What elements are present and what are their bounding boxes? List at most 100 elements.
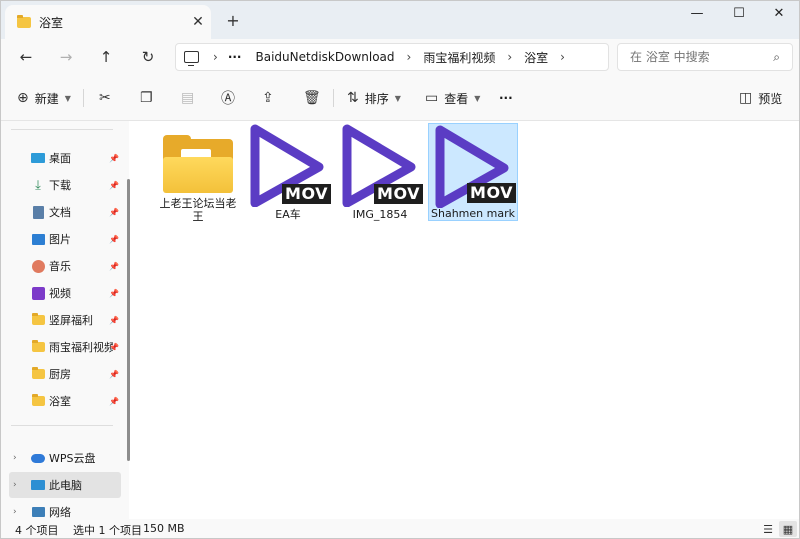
chevron-right-icon[interactable]: ›	[13, 453, 17, 463]
pin-icon: 📌	[109, 180, 119, 190]
tab-title: 浴室	[39, 15, 64, 30]
preview-pane-icon: ◫	[739, 90, 753, 106]
preview-label: 预览	[758, 91, 783, 106]
file-list-view: 上老王论坛当老王 MOV EA车 MOV IMG_1854 MOV Shahme…	[135, 121, 799, 519]
back-button[interactable]: ←	[13, 45, 39, 69]
computer-icon	[31, 479, 45, 491]
details-view-icon[interactable]: ☰	[759, 521, 777, 537]
breadcrumb-item[interactable]: 浴室	[524, 49, 548, 66]
video-play-icon: MOV	[430, 124, 516, 208]
sort-button[interactable]: ⇅ 排序 ▼	[347, 85, 401, 111]
command-bar: ⊕ 新建 ▼ ✂ ❐ ▤ Ⓐ ⇪ 🗑 ⇅ 排序 ▼ ▭ 查看 ▼ ··· ◫ 预…	[1, 75, 799, 121]
sidebar-item-folder[interactable]: 雨宝福利视频 📌	[9, 334, 121, 360]
sidebar-item-desktop[interactable]: 桌面 📌	[9, 145, 121, 171]
tiles-view-icon[interactable]: ▦	[779, 521, 797, 537]
mov-badge: MOV	[282, 184, 331, 204]
breadcrumb-item[interactable]: BaiduNetdiskDownload	[256, 50, 395, 64]
documents-icon	[31, 205, 45, 219]
folder-icon	[17, 14, 31, 28]
scissors-icon: ✂	[99, 90, 111, 106]
chevron-right-icon[interactable]: ›	[560, 50, 565, 64]
sidebar-item-music[interactable]: 音乐 📌	[9, 253, 121, 279]
sidebar-item-folder[interactable]: 竖屏福利 📌	[9, 307, 121, 333]
file-name: EA车	[275, 208, 301, 221]
sidebar-scrollbar[interactable]	[127, 179, 130, 461]
view-icon: ▭	[425, 90, 439, 106]
sidebar-item-pictures[interactable]: 图片 📌	[9, 226, 121, 252]
file-item-folder[interactable]: 上老王论坛当老王	[153, 125, 243, 223]
search-box[interactable]: ⌕	[617, 43, 793, 71]
refresh-button[interactable]: ↻	[135, 45, 161, 69]
file-item-video[interactable]: MOV IMG_1854	[335, 123, 425, 221]
pin-icon: 📌	[109, 396, 119, 406]
chevron-right-icon[interactable]: ›	[13, 480, 17, 490]
copy-button[interactable]: ❐	[140, 85, 153, 111]
share-icon: ⇪	[262, 90, 274, 106]
view-button[interactable]: ▭ 查看 ▼	[425, 85, 480, 111]
minimize-button[interactable]: —	[677, 1, 717, 29]
close-window-button[interactable]: ✕	[759, 1, 799, 29]
pin-icon: 📌	[109, 261, 119, 271]
folder-icon	[31, 394, 45, 407]
search-input[interactable]	[630, 50, 760, 64]
video-play-icon: MOV	[245, 123, 331, 207]
address-bar[interactable]: › ··· BaiduNetdiskDownload › 雨宝福利视频 › 浴室…	[175, 43, 609, 71]
status-bar: 4 个项目 选中 1 个项目 150 MB ☰ ▦	[1, 519, 799, 538]
cloud-icon	[31, 452, 45, 464]
item-count: 4 个项目	[15, 524, 59, 537]
sidebar-item-videos[interactable]: 视频 📌	[9, 280, 121, 306]
sidebar-item-downloads[interactable]: ⤓ 下载 📌	[9, 172, 121, 198]
chevron-right-icon[interactable]: ›	[407, 50, 412, 64]
close-tab-icon[interactable]: ✕	[185, 14, 211, 30]
music-icon	[31, 259, 45, 273]
forward-button[interactable]: →	[53, 45, 79, 69]
pin-icon: 📌	[109, 369, 119, 379]
sidebar-item-folder[interactable]: 浴室 📌	[9, 388, 121, 414]
sort-label: 排序	[364, 91, 389, 106]
address-overflow[interactable]: ···	[228, 50, 242, 64]
chevron-right-icon[interactable]: ›	[213, 50, 218, 64]
divider	[333, 89, 334, 107]
network-icon	[31, 506, 45, 518]
computer-icon	[184, 51, 199, 66]
search-icon: ⌕	[773, 50, 780, 64]
rename-button[interactable]: Ⓐ	[221, 85, 235, 111]
address-row: ← → ↑ ↻ › ··· BaiduNetdiskDownload › 雨宝福…	[1, 39, 799, 75]
new-button[interactable]: ⊕ 新建 ▼	[17, 85, 71, 111]
share-button[interactable]: ⇪	[262, 85, 274, 111]
breadcrumb-item[interactable]: 雨宝福利视频	[423, 49, 495, 66]
divider	[83, 89, 84, 107]
delete-button[interactable]: 🗑	[303, 85, 321, 111]
sidebar-item-wps-cloud[interactable]: › WPS云盘	[9, 445, 121, 471]
folder-icon	[31, 367, 45, 380]
mov-badge: MOV	[374, 184, 423, 204]
sidebar-item-documents[interactable]: 文档 📌	[9, 199, 121, 225]
more-options-button[interactable]: ···	[499, 85, 513, 111]
divider	[11, 129, 113, 130]
tab-current[interactable]: 浴室 ✕	[5, 5, 211, 39]
sidebar-item-this-pc[interactable]: › 此电脑	[9, 472, 121, 498]
sidebar-item-folder[interactable]: 厨房 📌	[9, 361, 121, 387]
folder-icon	[31, 340, 45, 353]
up-button[interactable]: ↑	[93, 45, 119, 69]
pin-icon: 📌	[109, 315, 119, 325]
desktop-icon	[31, 152, 45, 164]
chevron-right-icon[interactable]: ›	[13, 507, 17, 517]
download-icon: ⤓	[35, 177, 41, 193]
paste-button[interactable]: ▤	[181, 85, 194, 111]
pin-icon: 📌	[109, 342, 119, 352]
file-item-video-selected[interactable]: MOV Shahmen mark	[428, 123, 518, 221]
chevron-right-icon[interactable]: ›	[507, 50, 512, 64]
maximize-button[interactable]: ☐	[719, 1, 759, 29]
preview-pane-button[interactable]: ◫ 预览	[739, 85, 782, 111]
title-bar: 浴室 ✕ + — ☐ ✕	[1, 1, 799, 39]
pin-icon: 📌	[109, 288, 119, 298]
new-tab-button[interactable]: +	[223, 11, 243, 31]
pin-icon: 📌	[109, 207, 119, 217]
folder-icon	[31, 313, 45, 326]
file-item-video[interactable]: MOV EA车	[243, 123, 333, 221]
video-play-icon: MOV	[337, 123, 423, 207]
chevron-down-icon: ▼	[64, 93, 71, 103]
cut-button[interactable]: ✂	[99, 85, 111, 111]
mov-badge: MOV	[467, 183, 516, 203]
